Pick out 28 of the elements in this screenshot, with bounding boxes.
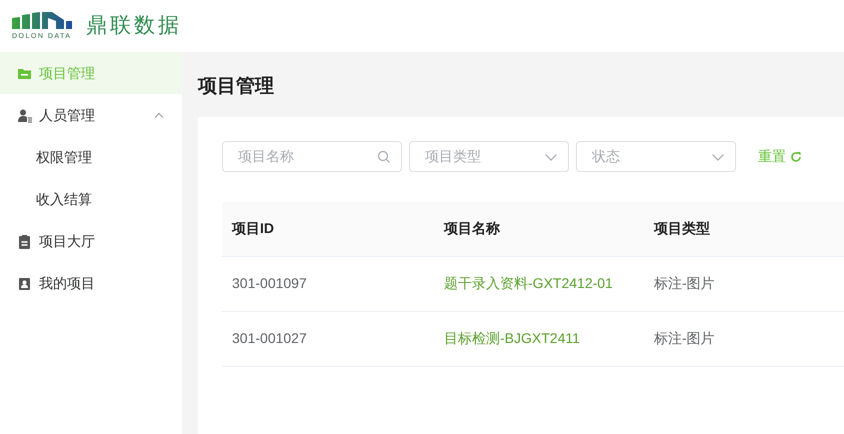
sidebar-subitem[interactable]: 收入结算	[0, 178, 182, 220]
sidebar-item[interactable]: 我的项目	[0, 262, 182, 304]
sidebar-subitem[interactable]: 权限管理	[0, 136, 182, 178]
reset-button[interactable]: 重置	[757, 145, 803, 168]
id-card-icon	[17, 276, 32, 290]
logo-icon	[12, 12, 72, 30]
table-cell: 301-001027	[232, 330, 307, 346]
column-header: 项目类型	[644, 202, 844, 256]
table-cell: 标注-图片	[654, 330, 715, 346]
column-header: 项目ID	[222, 202, 434, 256]
sidebar-item[interactable]: 项目管理	[0, 52, 182, 94]
project-link[interactable]: 目标检测-BJGXT2411	[444, 330, 580, 346]
project-link[interactable]: 题干录入资料-GXT2412-01	[444, 275, 613, 291]
search-field[interactable]: 项目名称	[222, 141, 402, 172]
chevron-icon	[154, 112, 164, 118]
page-title: 项目管理	[198, 75, 276, 99]
logo-name: 鼎联数据	[86, 13, 182, 40]
sidebar-item[interactable]: 人员管理	[0, 94, 182, 136]
sidebar-item[interactable]: 项目大厅	[0, 220, 182, 262]
clipboard-icon	[17, 234, 32, 248]
select-field[interactable]: 项目类型	[409, 141, 570, 172]
refresh-icon	[790, 150, 802, 162]
select-field[interactable]: 状态	[576, 141, 736, 172]
table-cell: 标注-图片	[654, 275, 715, 291]
column-header: 项目名称	[434, 202, 644, 256]
search-icon	[377, 150, 392, 164]
table-cell: 301-001097	[232, 275, 307, 291]
user-icon	[17, 108, 32, 122]
